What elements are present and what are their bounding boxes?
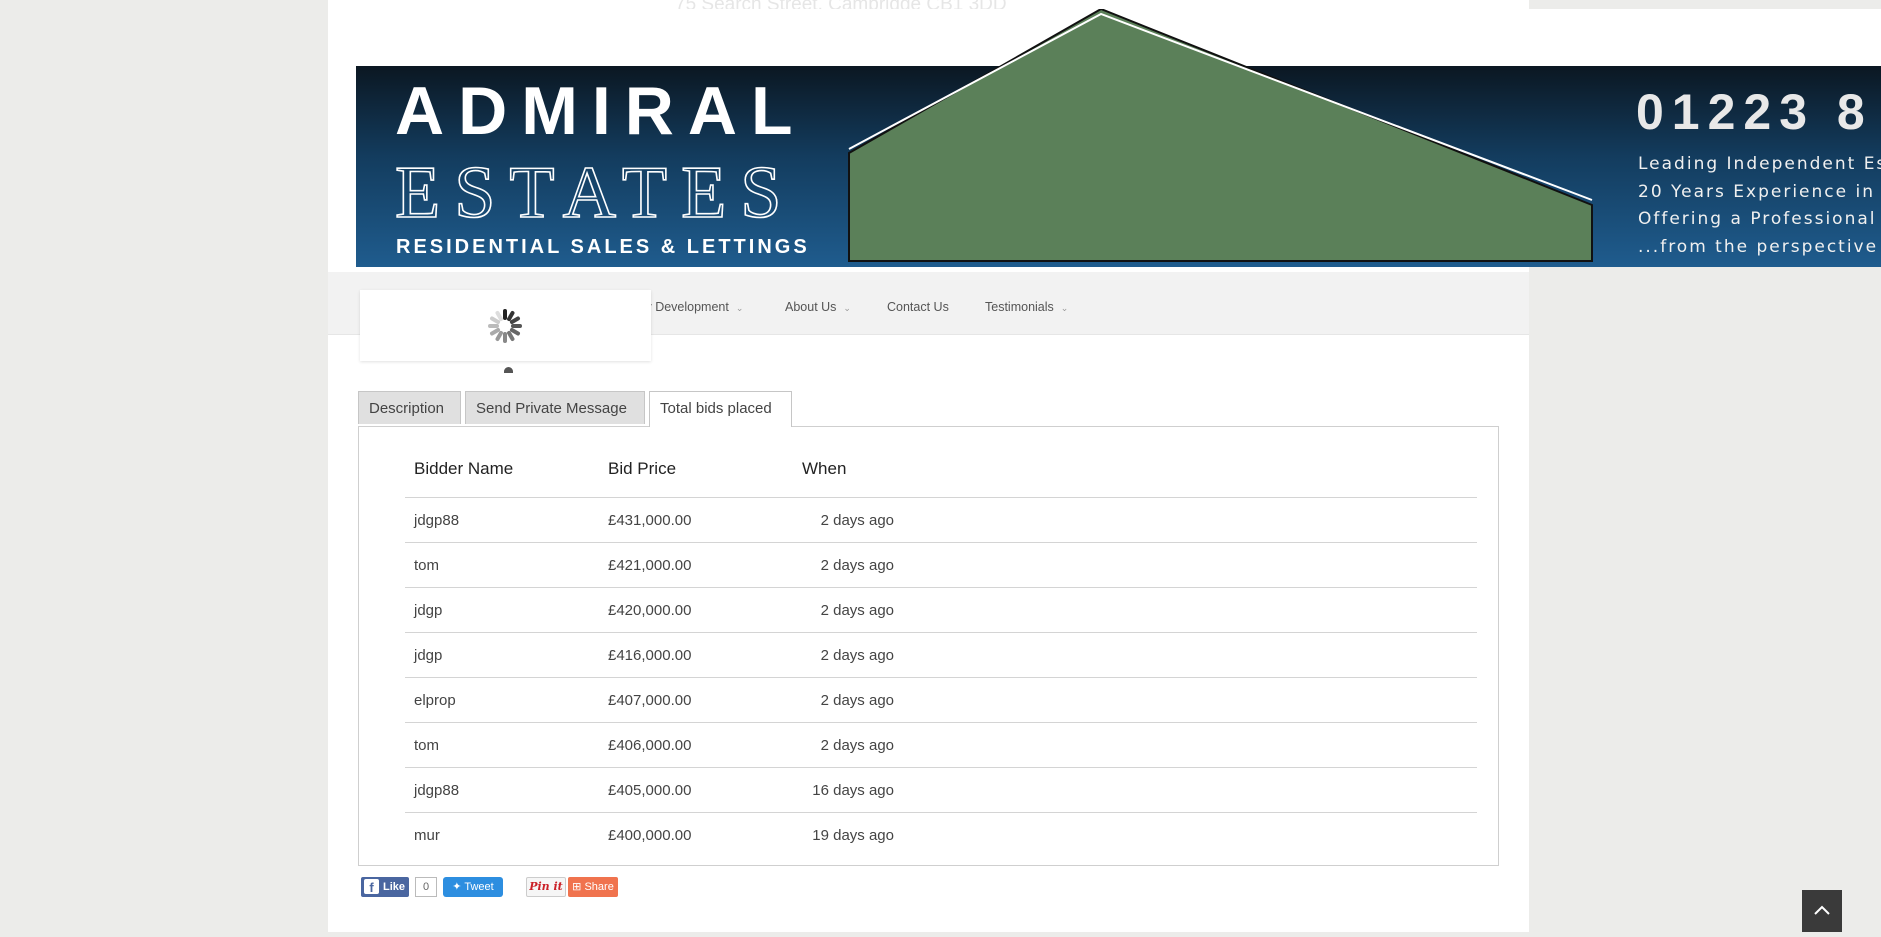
bids-panel: Bidder Name Bid Price When jdgp88 £431,0… — [358, 426, 1499, 866]
tweet-button[interactable]: ✦ Tweet — [443, 877, 503, 897]
bids-table: Bidder Name Bid Price When jdgp88 £431,0… — [405, 441, 1477, 857]
pinterest-pin-button[interactable]: Pin it — [526, 877, 566, 897]
slider-dot[interactable] — [504, 367, 513, 373]
facebook-like-button[interactable]: f Like — [361, 877, 409, 897]
bid-when: 19 days ago — [812, 826, 894, 844]
table-header-row: Bidder Name Bid Price When — [405, 441, 1477, 498]
share-button[interactable]: ⊞ Share — [568, 877, 618, 897]
column-header-when: When — [793, 441, 1477, 498]
bidder-name: elprop — [405, 677, 599, 723]
nav-item-about-us[interactable]: About Us ⌄ — [785, 300, 851, 314]
table-row: elprop £407,000.00 2 days ago — [405, 677, 1477, 723]
bid-when: 2 days ago — [793, 587, 1477, 633]
tab-total-bids-placed[interactable]: Total bids placed — [649, 391, 792, 427]
phone-number: 01223 8 — [1636, 84, 1873, 140]
bidder-name: tom — [405, 722, 599, 768]
table-row: tom £421,000.00 2 days ago — [405, 542, 1477, 588]
chevron-down-icon: ⌄ — [1060, 303, 1069, 313]
scroll-to-top-button[interactable] — [1802, 890, 1842, 932]
nav-item-property-development[interactable]: ty Development ⌄ — [642, 300, 743, 314]
chevron-down-icon: ⌄ — [735, 303, 744, 313]
bidder-name: jdgp88 — [405, 767, 599, 813]
plus-icon: ⊞ — [572, 881, 585, 893]
table-row: jdgp88 £431,000.00 2 days ago — [405, 497, 1477, 543]
bidder-name: mur — [414, 826, 440, 844]
brand-line2: ESTATES — [395, 152, 795, 234]
bid-when: 2 days ago — [793, 722, 1477, 768]
bid-price: £421,000.00 — [599, 542, 793, 588]
spinner-icon — [488, 309, 522, 343]
bid-price: £400,000.00 — [608, 826, 692, 844]
bidder-name: jdgp — [405, 632, 599, 678]
bid-when: 2 days ago — [793, 677, 1477, 723]
bidder-name: tom — [405, 542, 599, 588]
table-row: jdgp88 £405,000.00 16 days ago — [405, 767, 1477, 813]
column-header-bid-price: Bid Price — [599, 441, 793, 498]
tab-description[interactable]: Description — [358, 391, 461, 424]
bidder-name: jdgp88 — [405, 497, 599, 543]
bid-price: £420,000.00 — [599, 587, 793, 633]
slogan-line-3: Offering a Professional a — [1638, 209, 1881, 229]
chevron-down-icon: ⌄ — [843, 303, 851, 313]
table-row: mur £400,000.00 19 days ago — [405, 813, 1477, 858]
table-row: jdgp £420,000.00 2 days ago — [405, 587, 1477, 633]
facebook-like-count: 0 — [415, 877, 437, 897]
bid-price: £407,000.00 — [599, 677, 793, 723]
bid-when: 16 days ago — [793, 767, 1477, 813]
slogan-line-2: 20 Years Experience in C — [1638, 182, 1881, 202]
brand-line1: ADMIRAL — [395, 73, 807, 149]
table-row: jdgp £416,000.00 2 days ago — [405, 632, 1477, 678]
table-row: tom £406,000.00 2 days ago — [405, 722, 1477, 768]
bid-when: 2 days ago — [793, 632, 1477, 678]
bid-price: £431,000.00 — [599, 497, 793, 543]
loading-popup — [360, 290, 651, 361]
bid-when: 2 days ago — [793, 497, 1477, 543]
twitter-icon: ✦ — [452, 881, 465, 893]
slogan-line-1: Leading Independent Est — [1638, 154, 1881, 174]
header-banner[interactable]: ADMIRAL ESTATES RESIDENTIAL SALES & LETT… — [356, 9, 1881, 267]
facebook-icon: f — [364, 879, 379, 895]
chevron-up-icon — [1814, 905, 1830, 915]
bid-price: £416,000.00 — [599, 632, 793, 678]
bid-price: £405,000.00 — [599, 767, 793, 813]
nav-item-testimonials[interactable]: Testimonials ⌄ — [985, 300, 1068, 314]
nav-item-contact-us[interactable]: Contact Us — [887, 300, 949, 314]
slogan-line-4: ...from the perspective t — [1638, 237, 1881, 257]
tab-send-private-message[interactable]: Send Private Message — [465, 391, 645, 424]
brand-tagline: RESIDENTIAL SALES & LETTINGS — [396, 236, 810, 258]
bid-price: £406,000.00 — [599, 722, 793, 768]
bidder-name: jdgp — [405, 587, 599, 633]
bid-when: 2 days ago — [793, 542, 1477, 588]
column-header-bidder-name: Bidder Name — [405, 441, 599, 498]
